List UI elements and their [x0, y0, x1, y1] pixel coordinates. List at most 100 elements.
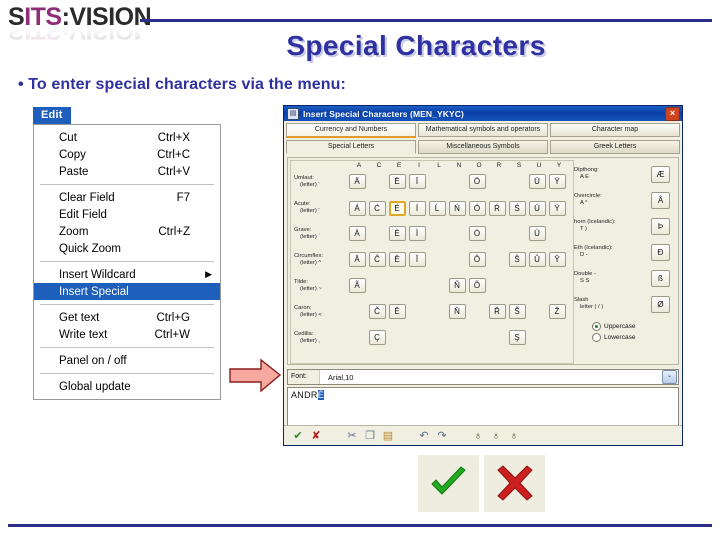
side-character-key[interactable]: Ø: [651, 295, 670, 313]
character-key[interactable]: À: [348, 225, 366, 241]
character-key[interactable]: Ÿ: [548, 173, 566, 189]
character-key[interactable]: Î: [408, 251, 426, 267]
tab-currency-and-numbers[interactable]: Currency and Numbers: [286, 123, 416, 138]
character-key[interactable]: Ń: [448, 200, 466, 216]
character-key[interactable]: Û: [528, 251, 546, 267]
copy-icon[interactable]: ❐: [363, 429, 377, 443]
character-key-empty: [507, 278, 527, 295]
character-key[interactable]: Ş: [508, 329, 526, 345]
character-key[interactable]: Ö: [468, 173, 486, 189]
character-key[interactable]: Ý: [548, 200, 566, 216]
grid-row-label-line1: Grave:: [294, 227, 312, 233]
side-item-label-line1: Slash: [574, 297, 589, 303]
character-key[interactable]: Ù: [528, 225, 546, 241]
menu-item-edit-field[interactable]: Edit Field: [34, 206, 220, 223]
character-key-empty: [407, 330, 427, 347]
menu-item-zoom[interactable]: Zoom Ctrl+Z: [34, 223, 220, 240]
character-key[interactable]: Ĉ: [368, 251, 386, 267]
tab-miscellaneous-symbols[interactable]: Miscellaneous Symbols: [418, 140, 548, 154]
redo-icon[interactable]: ↷: [435, 429, 449, 443]
character-key[interactable]: Â: [348, 251, 366, 267]
grid-column-header: A: [356, 162, 362, 169]
character-key[interactable]: Ë: [388, 173, 406, 189]
chevron-down-icon[interactable]: ⌄: [662, 370, 677, 384]
character-key[interactable]: Č: [368, 303, 386, 319]
menu-item-copy[interactable]: Copy Ctrl+C: [34, 146, 220, 163]
character-key[interactable]: Ŝ: [508, 251, 526, 267]
side-item-label-line2: A °: [580, 200, 588, 206]
font-value[interactable]: Arial,10: [320, 373, 662, 382]
menu-item-paste[interactable]: Paste Ctrl+V: [34, 163, 220, 180]
accept-icon[interactable]: ✔: [291, 429, 305, 443]
close-icon[interactable]: ×: [665, 106, 680, 121]
menu-item-label: Insert Wildcard: [59, 268, 136, 281]
find-prev-icon[interactable]: ♁: [507, 429, 521, 443]
character-key[interactable]: É: [388, 200, 406, 216]
menu-title-edit[interactable]: Edit: [33, 107, 71, 124]
menu-item-insert-wildcard[interactable]: Insert Wildcard ▶: [34, 266, 220, 283]
cut-icon[interactable]: ✂: [345, 429, 359, 443]
character-key[interactable]: Ŕ: [488, 200, 506, 216]
menu-item-label: Copy: [59, 148, 86, 161]
menu-item-label: Panel on / off: [59, 354, 127, 367]
character-key[interactable]: Ò: [468, 225, 486, 241]
menu-item-global-update[interactable]: Global update: [34, 378, 220, 395]
character-key[interactable]: Ň: [448, 303, 466, 319]
character-key[interactable]: Ž: [548, 303, 566, 319]
grid-row-label-line1: Circumflex:: [294, 253, 323, 259]
character-key[interactable]: È: [388, 225, 406, 241]
tab-greek-letters[interactable]: Greek Letters: [550, 140, 680, 154]
menu-item-write-text[interactable]: Write text Ctrl+W: [34, 326, 220, 343]
menu-item-quick-zoom[interactable]: Quick Zoom: [34, 240, 220, 257]
side-character-key[interactable]: Å: [651, 191, 670, 209]
menu-item-clear-field[interactable]: Clear Field F7: [34, 189, 220, 206]
side-character-key[interactable]: Æ: [651, 165, 670, 183]
cancel-icon[interactable]: ✘: [309, 429, 323, 443]
menu-item-cut[interactable]: Cut Ctrl+X: [34, 129, 220, 146]
side-character-key[interactable]: Þ: [651, 217, 670, 235]
menu-item-label: Write text: [59, 328, 108, 341]
character-key[interactable]: Ě: [388, 303, 406, 319]
character-key[interactable]: Ó: [468, 200, 486, 216]
character-key[interactable]: Ŷ: [548, 251, 566, 267]
character-key[interactable]: Ê: [388, 251, 406, 267]
find-next-icon[interactable]: ♁: [489, 429, 503, 443]
character-key[interactable]: Ç: [368, 329, 386, 345]
character-key[interactable]: Š: [508, 303, 526, 319]
menu-item-label: Global update: [59, 380, 131, 393]
side-character-key[interactable]: ß: [651, 269, 670, 287]
character-key[interactable]: Õ: [468, 277, 486, 293]
side-character-key[interactable]: Ð: [651, 243, 670, 261]
character-key[interactable]: Í: [408, 200, 426, 216]
character-key[interactable]: Ï: [408, 173, 426, 189]
menu-item-shortcut: Ctrl+W: [154, 328, 190, 341]
undo-icon[interactable]: ↶: [417, 429, 431, 443]
character-key[interactable]: Ä: [348, 173, 366, 189]
character-key[interactable]: Á: [348, 200, 366, 216]
character-key[interactable]: Ü: [528, 173, 546, 189]
character-key[interactable]: Ĺ: [428, 200, 446, 216]
radio-lowercase[interactable]: Lowercase: [592, 333, 676, 342]
character-key[interactable]: Ã: [348, 277, 366, 293]
menu-item-panel-on-off[interactable]: Panel on / off: [34, 352, 220, 369]
paste-icon[interactable]: ▤: [381, 429, 395, 443]
character-key[interactable]: Ú: [528, 200, 546, 216]
character-key[interactable]: Ć: [368, 200, 386, 216]
menu-item-get-text[interactable]: Get text Ctrl+G: [34, 309, 220, 326]
tab-character-map[interactable]: Character map: [550, 123, 680, 137]
character-key[interactable]: Ś: [508, 200, 526, 216]
font-selector[interactable]: Font: Arial,10 ⌄: [287, 369, 679, 385]
menu-item-insert-special[interactable]: Insert Special: [34, 283, 220, 300]
character-key[interactable]: Ř: [488, 303, 506, 319]
logo-reflection-part-3: :VISION: [61, 27, 140, 43]
character-key[interactable]: Ô: [468, 251, 486, 267]
find-icon[interactable]: ♁: [471, 429, 485, 443]
character-key[interactable]: Ì: [408, 225, 426, 241]
tab-mathematical-symbols-and-operators[interactable]: Mathematical symbols and operators: [418, 123, 548, 137]
dialog-titlebar[interactable]: ▤ Insert Special Characters (MEN_YKYC) ×: [284, 106, 682, 121]
character-key[interactable]: Ñ: [448, 277, 466, 293]
grid-column-header: R: [496, 162, 502, 169]
radio-uppercase[interactable]: Uppercase: [592, 322, 676, 331]
tab-special-letters[interactable]: Special Letters: [286, 140, 416, 154]
grid-cell-row: ČĚ Ň ŘŠ Ž: [347, 303, 567, 321]
